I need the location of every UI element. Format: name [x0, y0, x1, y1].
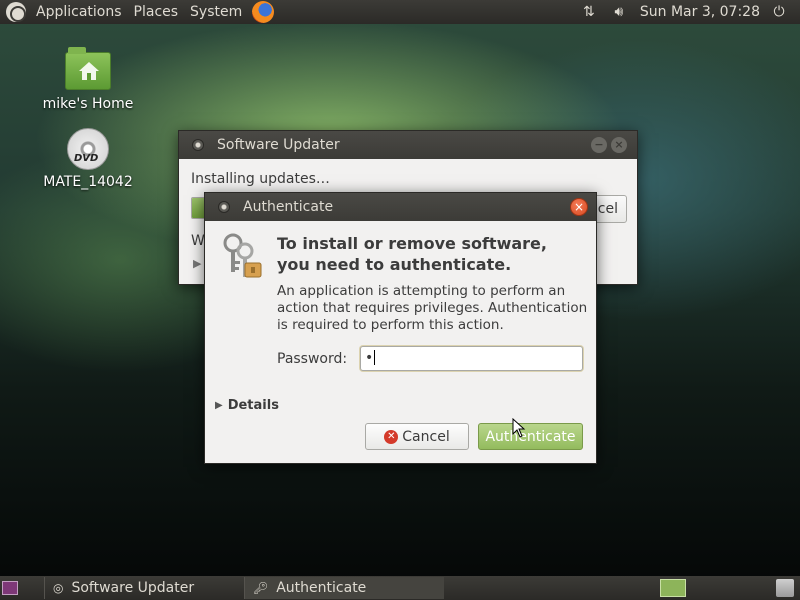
- expander-arrow-icon: ▶: [215, 400, 223, 411]
- workspace-switcher[interactable]: [660, 579, 686, 597]
- menu-applications[interactable]: Applications: [34, 4, 124, 20]
- power-icon[interactable]: ⏻: [770, 4, 788, 20]
- details-expander[interactable]: ▶ Details: [215, 398, 279, 413]
- taskbar-item-authenticate[interactable]: 🔑︎ Authenticate: [244, 577, 444, 599]
- show-desktop-icon[interactable]: [2, 581, 18, 595]
- updater-partial-text: W: [191, 233, 205, 249]
- volume-icon[interactable]: 🔊︎: [610, 4, 628, 20]
- network-transfer-icon[interactable]: ⇅: [580, 4, 598, 20]
- menu-places[interactable]: Places: [132, 4, 181, 20]
- password-label: Password:: [277, 351, 348, 367]
- authenticate-label: Authenticate: [485, 428, 576, 445]
- house-icon: [79, 62, 99, 80]
- bottom-panel: ◎ Software Updater 🔑︎ Authenticate: [0, 576, 800, 600]
- taskbar-item-software-updater[interactable]: ◎ Software Updater: [44, 577, 244, 599]
- system-tray: ⇅ 🔊︎ Sun Mar 3, 07:28 ⏻: [580, 0, 800, 24]
- expander-arrow-icon[interactable]: ▶: [193, 257, 201, 270]
- desktop-icon-label: mike's Home: [42, 96, 134, 112]
- cancel-button[interactable]: ✕ Cancel: [365, 423, 469, 450]
- taskbar-item-label: Authenticate: [276, 580, 367, 596]
- desktop-icon-dvd[interactable]: DVD MATE_14042: [33, 128, 143, 190]
- key-icon: 🔑︎: [253, 581, 269, 595]
- cancel-label: Cancel: [402, 428, 450, 445]
- desktop-icon-label: MATE_14042: [43, 174, 133, 190]
- window-menu-icon[interactable]: [192, 139, 204, 151]
- password-value: •: [365, 350, 374, 366]
- firefox-icon[interactable]: [252, 1, 275, 23]
- close-icon[interactable]: ×: [570, 198, 588, 216]
- authenticate-dialog: Authenticate × To install or remove soft…: [204, 192, 597, 464]
- clock[interactable]: Sun Mar 3, 07:28: [640, 4, 760, 20]
- window-menu-icon[interactable]: [218, 201, 230, 213]
- minimize-icon[interactable]: −: [591, 137, 607, 153]
- dvd-icon: DVD: [67, 128, 109, 170]
- dvd-text: DVD: [74, 153, 99, 164]
- window-titlebar[interactable]: Software Updater − ×: [179, 131, 637, 159]
- desktop-icon-home[interactable]: mike's Home: [33, 47, 143, 112]
- details-label: Details: [227, 398, 279, 413]
- password-field[interactable]: •: [360, 346, 583, 371]
- dialog-titlebar[interactable]: Authenticate ×: [205, 193, 596, 221]
- updater-icon: ◎: [53, 581, 64, 595]
- top-panel: Applications Places System ⇅ 🔊︎ Sun Mar …: [0, 0, 800, 24]
- keys-icon: [223, 233, 262, 278]
- authenticate-button[interactable]: Authenticate: [478, 423, 583, 450]
- dialog-title: Authenticate: [243, 199, 334, 215]
- trash-icon[interactable]: [776, 579, 794, 597]
- ubuntu-logo-icon[interactable]: [6, 2, 26, 22]
- cancel-icon: ✕: [384, 429, 399, 444]
- home-folder-icon: [65, 47, 111, 90]
- auth-heading: To install or remove software, you need …: [277, 234, 547, 274]
- mouse-cursor-icon: [512, 418, 526, 438]
- taskbar-item-label: Software Updater: [71, 580, 195, 596]
- close-icon[interactable]: ×: [611, 137, 627, 153]
- updater-status: Installing updates…: [191, 171, 330, 187]
- menu-system[interactable]: System: [188, 4, 244, 20]
- window-title: Software Updater: [217, 137, 340, 153]
- auth-message: An application is attempting to perform …: [277, 283, 588, 333]
